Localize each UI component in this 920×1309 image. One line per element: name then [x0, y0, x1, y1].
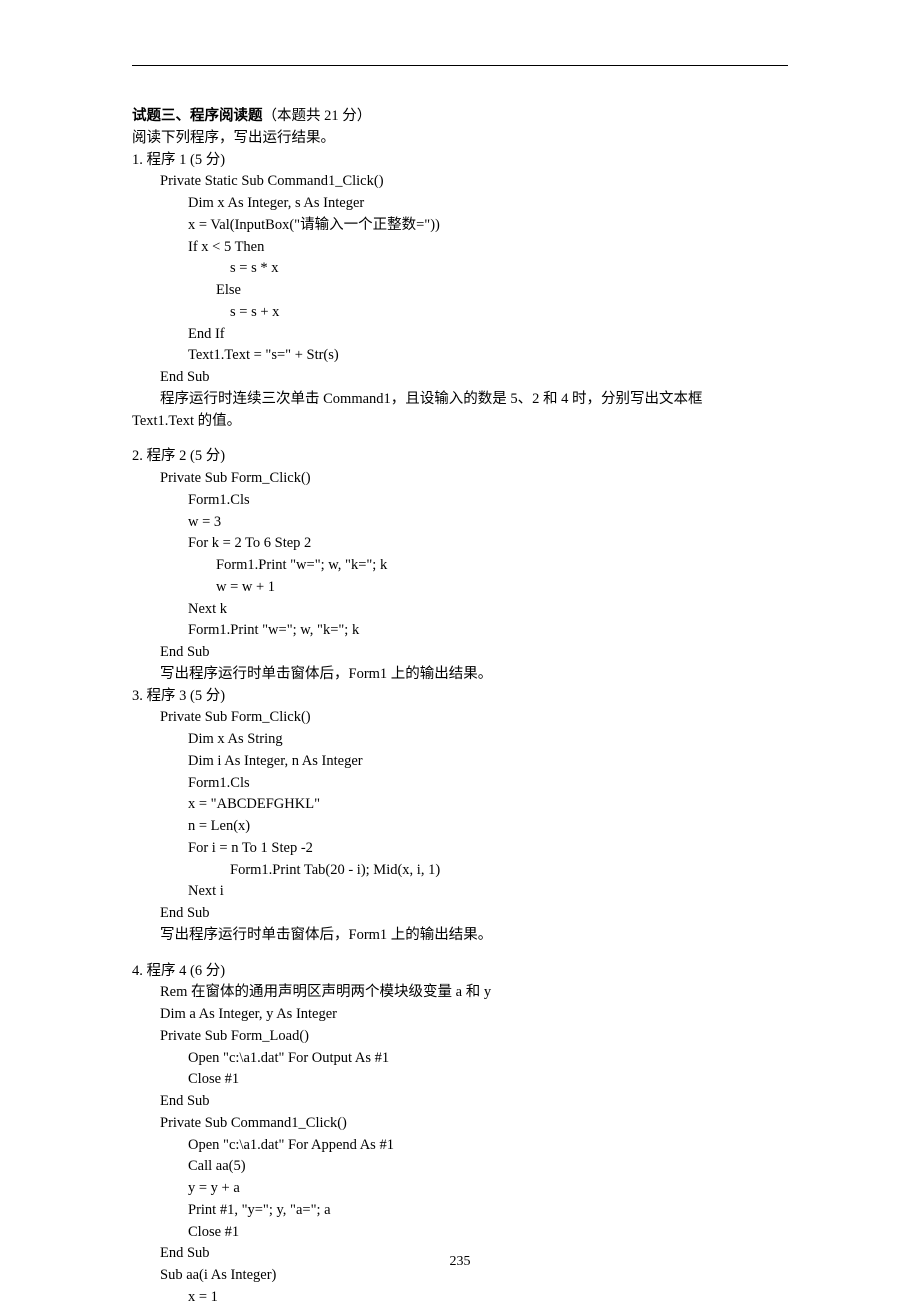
q1-prompt: Text1.Text 的值。: [132, 411, 788, 433]
q3-code: x = "ABCDEFGHKL": [132, 794, 788, 816]
q1-code: Else: [132, 280, 788, 302]
q4-code: Private Sub Form_Load(): [132, 1026, 788, 1048]
q2-code: Next k: [132, 599, 788, 621]
q3-code: End Sub: [132, 903, 788, 925]
spacer: [132, 947, 788, 961]
q4-code: Open "c:\a1.dat" For Output As #1: [132, 1048, 788, 1070]
q3-code: Dim i As Integer, n As Integer: [132, 751, 788, 773]
q1-code: End Sub: [132, 367, 788, 389]
q2-code: Private Sub Form_Click(): [132, 468, 788, 490]
top-rule: [132, 65, 788, 66]
q1-code: x = Val(InputBox("请输入一个正整数=")): [132, 215, 788, 237]
q3-code: Private Sub Form_Click(): [132, 707, 788, 729]
q4-code: End Sub: [132, 1091, 788, 1113]
q3-code: Form1.Cls: [132, 773, 788, 795]
q1-title: 1. 程序 1 (5 分): [132, 150, 788, 172]
q1-code: Dim x As Integer, s As Integer: [132, 193, 788, 215]
q1-prompt: 程序运行时连续三次单击 Command1，且设输入的数是 5、2 和 4 时，分…: [132, 389, 788, 411]
q4-code: y = y + a: [132, 1178, 788, 1200]
spacer: [132, 432, 788, 446]
q2-title: 2. 程序 2 (5 分): [132, 446, 788, 468]
q1-code: Text1.Text = "s=" + Str(s): [132, 345, 788, 367]
q4-code: Rem 在窗体的通用声明区声明两个模块级变量 a 和 y: [132, 982, 788, 1004]
q2-code: End Sub: [132, 642, 788, 664]
q3-code: Next i: [132, 881, 788, 903]
q2-code: w = w + 1: [132, 577, 788, 599]
q3-code: n = Len(x): [132, 816, 788, 838]
q3-prompt: 写出程序运行时单击窗体后，Form1 上的输出结果。: [132, 925, 788, 947]
q1-code: If x < 5 Then: [132, 237, 788, 259]
q2-code: w = 3: [132, 512, 788, 534]
q4-code: Print #1, "y="; y, "a="; a: [132, 1200, 788, 1222]
q4-code: x = 1: [132, 1287, 788, 1309]
page: 试题三、程序阅读题（本题共 21 分） 阅读下列程序，写出运行结果。 1. 程序…: [0, 0, 920, 1302]
q4-code: Call aa(5): [132, 1156, 788, 1178]
q4-code: Private Sub Command1_Click(): [132, 1113, 788, 1135]
section-title: 试题三、程序阅读题（本题共 21 分）: [132, 106, 788, 128]
section-title-rest: （本题共 21 分）: [263, 108, 372, 124]
section-title-bold: 试题三、程序阅读题: [132, 108, 263, 124]
q3-code: Dim x As String: [132, 729, 788, 751]
q2-code: For k = 2 To 6 Step 2: [132, 533, 788, 555]
q2-code: Form1.Print "w="; w, "k="; k: [132, 620, 788, 642]
q3-code: Form1.Print Tab(20 - i); Mid(x, i, 1): [132, 860, 788, 882]
q4-code: Dim a As Integer, y As Integer: [132, 1004, 788, 1026]
q4-code: Open "c:\a1.dat" For Append As #1: [132, 1135, 788, 1157]
q2-prompt: 写出程序运行时单击窗体后，Form1 上的输出结果。: [132, 664, 788, 686]
instruction: 阅读下列程序，写出运行结果。: [132, 128, 788, 150]
q4-title: 4. 程序 4 (6 分): [132, 961, 788, 983]
q1-code: s = s + x: [132, 302, 788, 324]
q1-code: s = s * x: [132, 258, 788, 280]
q3-title: 3. 程序 3 (5 分): [132, 686, 788, 708]
q2-code: Form1.Cls: [132, 490, 788, 512]
q1-code: Private Static Sub Command1_Click(): [132, 171, 788, 193]
q1-code: End If: [132, 324, 788, 346]
q4-code: Close #1: [132, 1222, 788, 1244]
page-number: 235: [0, 1251, 920, 1272]
q3-code: For i = n To 1 Step -2: [132, 838, 788, 860]
q2-code: Form1.Print "w="; w, "k="; k: [132, 555, 788, 577]
q4-code: Close #1: [132, 1069, 788, 1091]
